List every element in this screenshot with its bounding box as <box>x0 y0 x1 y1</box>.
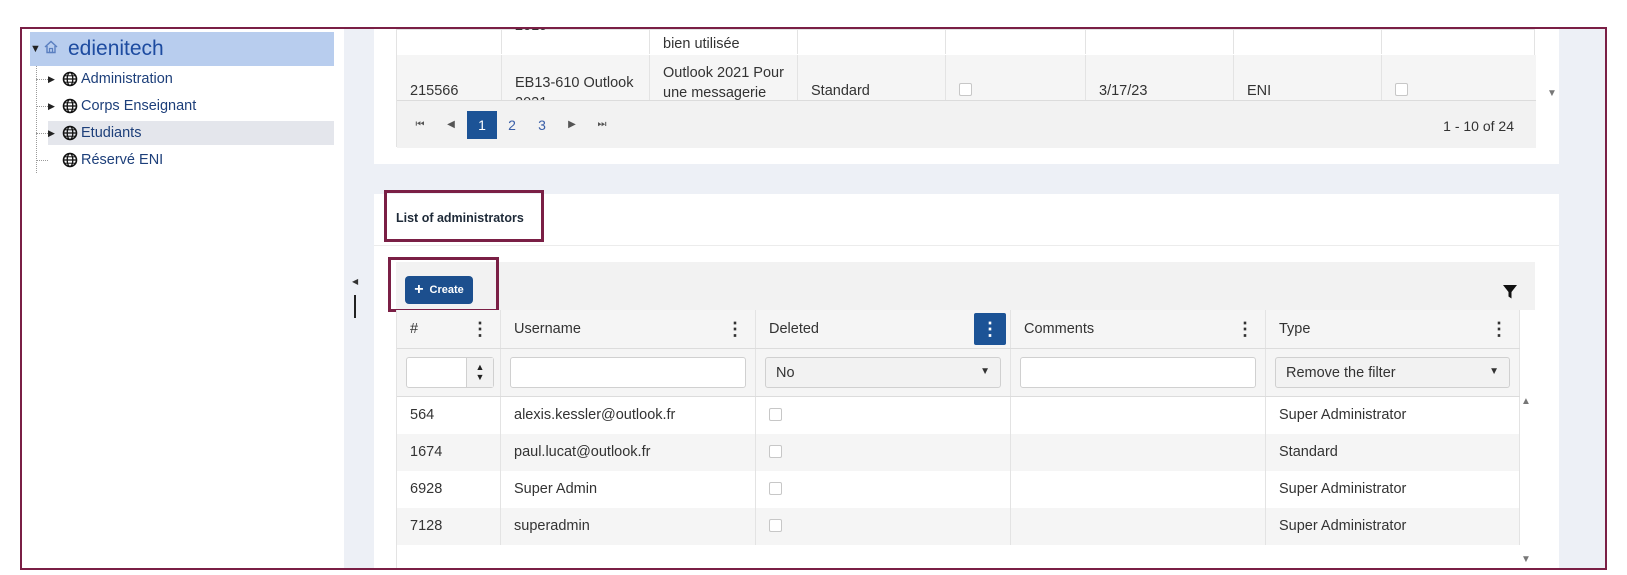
table-row[interactable]: 7128 superadmin Super Administrator <box>397 508 1520 545</box>
tree-item-label: Corps Enseignant <box>81 98 197 114</box>
caret-down-icon[interactable]: ▼ <box>30 43 44 55</box>
page-button[interactable]: 1 <box>467 111 497 139</box>
column-menu-icon[interactable]: ⋮ <box>723 317 747 341</box>
pagination-bar: ⏮ ◀ 1 2 3 ▶ ⏭ 1 - 10 of 24 <box>397 100 1536 148</box>
splitter-handle[interactable] <box>354 295 356 318</box>
app-frame: ▼ edienitech ▶ Administration ▶ Corps En… <box>20 27 1607 570</box>
admins-toolbar: + Create <box>396 262 1535 310</box>
type-filter-select[interactable]: Remove the filter ▼ <box>1275 357 1510 388</box>
deleted-checkbox[interactable] <box>769 408 782 421</box>
filter-icon[interactable] <box>1502 284 1518 300</box>
column-header-comments[interactable]: Comments ⋮ <box>1011 310 1266 348</box>
panel-splitter[interactable]: ◀ <box>344 29 374 568</box>
table-row[interactable]: 215566 EB13-610 Outlook 2021 Outlook 202… <box>397 55 1536 100</box>
column-menu-icon[interactable]: ⋮ <box>974 313 1006 345</box>
deleted-checkbox[interactable] <box>769 482 782 495</box>
next-page-icon[interactable]: ▶ <box>557 111 587 139</box>
checkbox[interactable] <box>1395 83 1408 96</box>
globe-icon <box>62 152 78 168</box>
top-card: 2019 bien utilisée 215566 EB13-610 Outlo… <box>374 29 1559 164</box>
table-row[interactable]: 1674 paul.lucat@outlook.fr Standard <box>397 434 1520 471</box>
top-grid: 2019 bien utilisée 215566 EB13-610 Outlo… <box>396 29 1557 148</box>
column-menu-icon[interactable]: ⋮ <box>468 317 492 341</box>
deleted-checkbox[interactable] <box>769 445 782 458</box>
admins-grid: # ⋮ Username ⋮ Deleted ⋮ Comments ⋮ Type ⋮ ▲ ▼ <box>396 310 1535 568</box>
checkbox[interactable] <box>959 83 972 96</box>
tree-item-label: Administration <box>81 71 173 87</box>
globe-icon <box>62 125 78 141</box>
tree-item-administration[interactable]: ▶ Administration <box>36 67 334 91</box>
table-row[interactable]: 564 alexis.kessler@outlook.fr Super Admi… <box>397 397 1520 434</box>
scroll-down-icon[interactable]: ▼ <box>1521 554 1531 565</box>
sidebar-tree: ▼ edienitech ▶ Administration ▶ Corps En… <box>22 29 344 568</box>
column-header-id[interactable]: # ⋮ <box>397 310 501 348</box>
username-filter-input[interactable] <box>510 357 746 388</box>
tree-guide-line <box>36 66 37 173</box>
column-menu-icon[interactable]: ⋮ <box>1233 317 1257 341</box>
first-page-icon[interactable]: ⏮ <box>405 111 435 139</box>
grid-header: # ⋮ Username ⋮ Deleted ⋮ Comments ⋮ Type ⋮ <box>397 310 1520 349</box>
scroll-down-icon[interactable]: ▼ <box>1547 88 1557 99</box>
scroll-up-icon[interactable]: ▲ <box>1521 396 1531 407</box>
table-row[interactable]: 6928 Super Admin Super Administrator <box>397 471 1520 508</box>
column-header-type[interactable]: Type ⋮ <box>1266 310 1520 348</box>
collapse-left-icon[interactable]: ◀ <box>352 277 358 286</box>
tree-item-reserve-eni[interactable]: Réservé ENI <box>36 148 334 172</box>
tree-item-label: Etudiants <box>81 125 142 141</box>
deleted-checkbox[interactable] <box>769 519 782 532</box>
column-menu-icon[interactable]: ⋮ <box>1487 317 1511 341</box>
pagination-info: 1 - 10 of 24 <box>1443 118 1514 134</box>
tree-item-corps-enseignant[interactable]: ▶ Corps Enseignant <box>36 94 334 118</box>
deleted-filter-select[interactable]: No ▼ <box>765 357 1001 388</box>
tree-root-label: edienitech <box>68 37 164 60</box>
highlight-box <box>388 257 499 312</box>
chevron-down-icon: ▼ <box>1489 366 1499 377</box>
caret-right-icon[interactable]: ▶ <box>48 101 62 112</box>
tree-item-label: Réservé ENI <box>81 152 164 168</box>
admins-card-header: List of administrators <box>374 194 1559 246</box>
globe-icon <box>62 98 78 114</box>
column-header-username[interactable]: Username ⋮ <box>501 310 756 348</box>
tree-item-etudiants[interactable]: ▶ Etudiants <box>36 121 334 145</box>
main-content: 2019 bien utilisée 215566 EB13-610 Outlo… <box>374 29 1605 568</box>
filter-row: ▲ ▼ No ▼ Remove the filter ▼ <box>397 349 1520 397</box>
page-button[interactable]: 2 <box>497 111 527 139</box>
caret-right-icon[interactable]: ▶ <box>48 74 62 85</box>
globe-icon <box>62 71 78 87</box>
prev-page-icon[interactable]: ◀ <box>436 111 466 139</box>
home-icon <box>44 39 60 59</box>
page-button[interactable]: 3 <box>527 111 557 139</box>
caret-right-icon[interactable]: ▶ <box>48 128 62 139</box>
tree-root-edienitech[interactable]: ▼ edienitech <box>30 32 334 66</box>
highlight-box <box>384 190 544 242</box>
column-header-deleted[interactable]: Deleted ⋮ <box>756 310 1011 348</box>
table-row[interactable]: 2019 bien utilisée <box>397 29 1536 54</box>
stepper-arrows-icon[interactable]: ▲ ▼ <box>466 358 493 387</box>
admins-card: List of administrators + Create # ⋮ Usern… <box>374 190 1559 568</box>
id-filter-stepper[interactable]: ▲ ▼ <box>406 357 494 388</box>
last-page-icon[interactable]: ⏭ <box>587 111 617 139</box>
chevron-down-icon: ▼ <box>980 366 990 377</box>
comments-filter-input[interactable] <box>1020 357 1256 388</box>
